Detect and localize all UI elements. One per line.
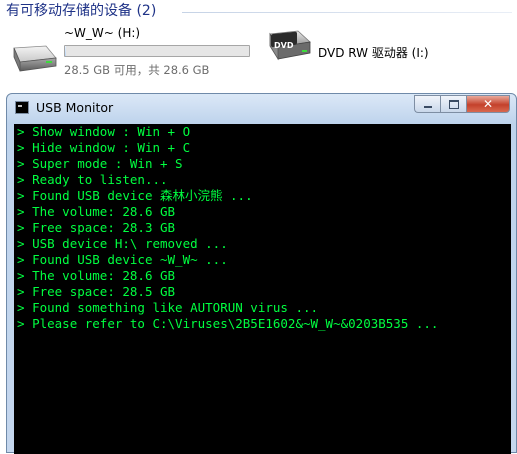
group-divider (182, 12, 512, 13)
console-line-text: Please refer to C:\Viruses\2B5E1602&~W_W… (32, 316, 439, 331)
console-line-text: The volume: 28.6 GB (32, 204, 176, 219)
drive-h[interactable]: ~W_W~ (H:) 28.5 GB 可用，共 28.6 GB (6, 24, 256, 84)
close-icon: ✕ (482, 97, 494, 111)
console-line: > Please refer to C:\Viruses\2B5E1602&~W… (17, 316, 511, 332)
prompt-glyph: > (17, 172, 25, 187)
console-line: > Found USB device 森林小浣熊 ... (17, 188, 511, 204)
usb-monitor-window[interactable]: USB Monitor ✕ > Show window : Win + O > H… (6, 93, 517, 454)
console-line-text: Show window : Win + O (32, 124, 191, 139)
console-line: > Found something like AUTORUN virus ... (17, 300, 511, 316)
console-line: > Found USB device ~W_W~ ... (17, 252, 511, 268)
explorer-pane: 有可移动存储的设备 (2) ~W_W~ (H:) 28.5 GB 可用，共 28… (0, 0, 517, 92)
prompt-glyph: > (17, 156, 25, 171)
prompt-glyph: > (17, 124, 25, 139)
console-app-icon[interactable] (15, 101, 29, 114)
drive-h-capacity-bar (64, 45, 250, 57)
prompt-glyph: > (17, 300, 25, 315)
window-title: USB Monitor (36, 100, 114, 115)
close-button[interactable]: ✕ (466, 95, 510, 113)
console-line-text: Hide window : Win + C (32, 140, 191, 155)
removable-drive-icon (13, 45, 57, 72)
prompt-glyph: > (17, 236, 25, 251)
maximize-button[interactable] (440, 95, 466, 113)
console-line: > Ready to listen... (17, 172, 511, 188)
console-line: > Hide window : Win + C (17, 140, 511, 156)
drive-h-name: ~W_W~ (H:) (64, 26, 141, 40)
dvd-icon-label: DVD (274, 41, 294, 50)
prompt-glyph: > (17, 316, 25, 331)
console-line: > The volume: 28.6 GB (17, 268, 511, 284)
drive-i-name: DVD RW 驱动器 (I:) (318, 46, 429, 60)
console-line-text: Found USB device 森林小浣熊 ... (32, 188, 253, 203)
prompt-glyph: > (17, 284, 25, 299)
console-line: > Free space: 28.5 GB (17, 284, 511, 300)
console-line-text: The volume: 28.6 GB (32, 268, 176, 283)
prompt-glyph: > (17, 252, 25, 267)
console-line-text: Found USB device ~W_W~ ... (32, 252, 228, 267)
drive-i[interactable]: DVD DVD RW 驱动器 (I:) (264, 30, 514, 86)
console-line-text: Ready to listen... (32, 172, 168, 187)
console-output[interactable]: > Show window : Win + O > Hide window : W… (14, 124, 511, 454)
console-line: > USB device H:\ removed ... (17, 236, 511, 252)
prompt-glyph: > (17, 220, 25, 235)
console-line-text: Super mode : Win + S (32, 156, 183, 171)
prompt-glyph: > (17, 268, 25, 283)
console-line: > Show window : Win + O (17, 124, 511, 140)
console-line-text: Free space: 28.3 GB (32, 220, 176, 235)
maximize-icon (448, 99, 459, 109)
console-line: > Free space: 28.3 GB (17, 220, 511, 236)
prompt-glyph: > (17, 140, 25, 155)
console-line-text: Found something like AUTORUN virus ... (32, 300, 319, 315)
drive-h-stats: 28.5 GB 可用，共 28.6 GB (64, 63, 210, 77)
dvd-drive-icon: DVD (269, 30, 311, 61)
console-line: > The volume: 28.6 GB (17, 204, 511, 220)
prompt-glyph: > (17, 204, 25, 219)
console-line-text: Free space: 28.5 GB (32, 284, 176, 299)
caption-buttons: ✕ (414, 95, 510, 113)
console-line: > Super mode : Win + S (17, 156, 511, 172)
drive-h-capacity-fill (65, 46, 66, 56)
console-lines: > Show window : Win + O > Hide window : W… (17, 124, 511, 332)
title-bar[interactable]: USB Monitor ✕ (7, 94, 516, 122)
minimize-button[interactable] (414, 95, 440, 113)
minimize-icon (423, 106, 432, 108)
prompt-glyph: > (17, 188, 25, 203)
console-line-text: USB device H:\ removed ... (32, 236, 228, 251)
group-title[interactable]: 有可移动存储的设备 (2) (6, 0, 156, 20)
